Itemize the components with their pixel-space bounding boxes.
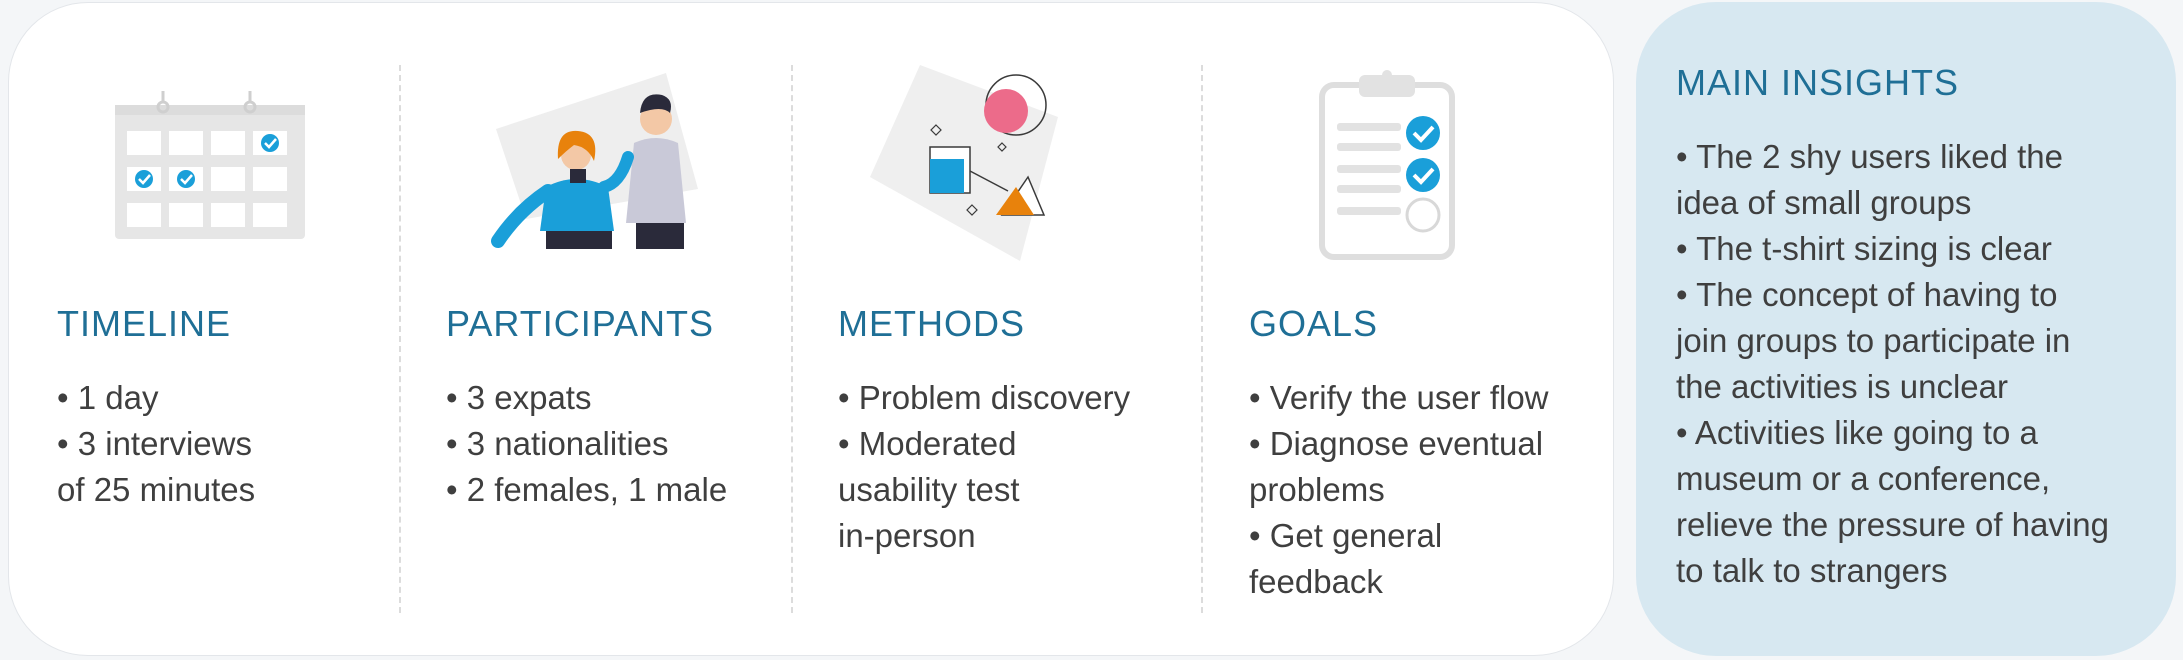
list-item: relieve the pressure of having [1676, 506, 2109, 543]
list-item: join groups to participate in [1676, 322, 2071, 359]
list-item: problems [1249, 471, 1385, 508]
participants-title: PARTICIPANTS [446, 303, 715, 344]
research-summary-card: TIMELINE • 1 day • 3 interviews of 25 mi… [8, 2, 1614, 656]
calendar-icon [115, 87, 307, 246]
methods-title: METHODS [838, 303, 1025, 344]
list-item: • Problem discovery [838, 379, 1131, 416]
list-item: usability test [838, 471, 1020, 508]
main-insights-list: • The 2 shy users liked the idea of smal… [1676, 134, 2109, 594]
list-item: feedback [1249, 563, 1383, 600]
main-insights-card: MAIN INSIGHTS • The 2 shy users liked th… [1636, 2, 2176, 656]
column-divider [399, 65, 401, 613]
list-item: • Activities like going to a [1676, 414, 2038, 451]
list-item: in-person [838, 517, 976, 554]
people-illustration [486, 69, 706, 256]
list-item: • The concept of having to [1676, 276, 2058, 313]
list-item: • The t-shirt sizing is clear [1676, 230, 2052, 267]
goals-list: • Verify the user flow • Diagnose eventu… [1249, 375, 1549, 605]
clipboard-checklist-icon [1319, 69, 1459, 266]
timeline-list: • 1 day • 3 interviews of 25 minutes [57, 375, 255, 513]
list-item: • Verify the user flow [1249, 379, 1549, 416]
methods-list: • Problem discovery • Moderated usabilit… [838, 375, 1130, 559]
list-item: museum or a conference, [1676, 460, 2051, 497]
participants-list: • 3 expats • 3 nationalities • 2 females… [446, 375, 727, 513]
list-item: to talk to strangers [1676, 552, 1948, 589]
shapes-illustration [868, 55, 1078, 270]
list-item: • Diagnose eventual [1249, 425, 1544, 462]
column-divider [1201, 65, 1203, 613]
list-item: • 3 nationalities [446, 425, 669, 462]
timeline-title: TIMELINE [57, 303, 232, 344]
list-item: • The 2 shy users liked the [1676, 138, 2063, 175]
list-item: • 3 expats [446, 379, 592, 416]
list-item: • 3 interviews [57, 425, 252, 462]
list-item: • Get general [1249, 517, 1443, 554]
list-item: the activities is unclear [1676, 368, 2008, 405]
list-item: • 2 females, 1 male [446, 471, 728, 508]
goals-title: GOALS [1249, 303, 1379, 344]
list-item: idea of small groups [1676, 184, 1972, 221]
list-item: • Moderated [838, 425, 1017, 462]
column-divider [791, 65, 793, 613]
list-item: of 25 minutes [57, 471, 256, 508]
main-insights-title: MAIN INSIGHTS [1676, 62, 1960, 103]
list-item: • 1 day [57, 379, 159, 416]
